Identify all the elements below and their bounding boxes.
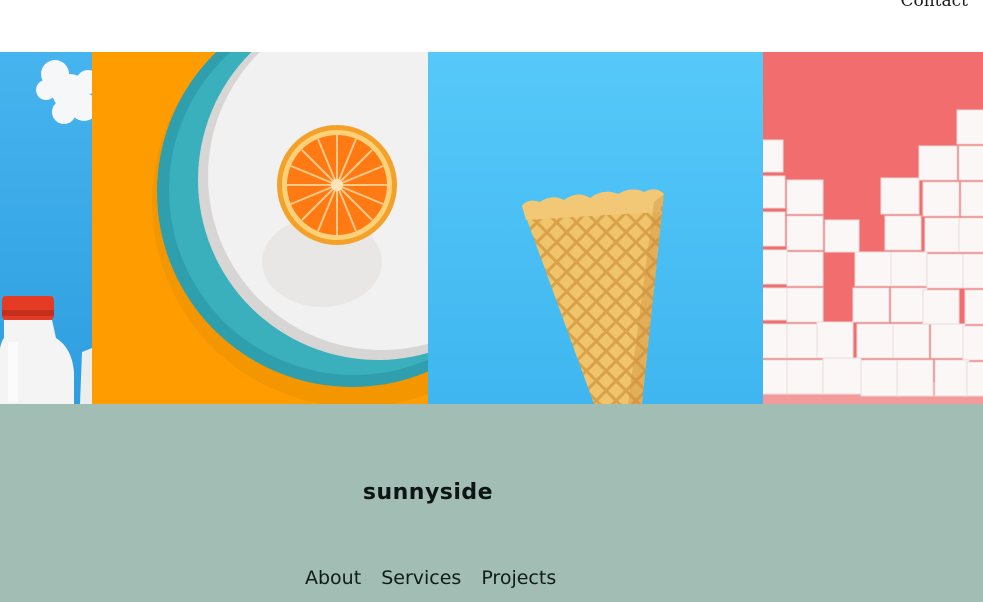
- top-bar: Contact: [0, 0, 983, 52]
- gallery-image-ice-cream-cone: [428, 52, 763, 404]
- photo-gallery: [0, 52, 983, 404]
- footer-logo[interactable]: sunnyside: [0, 480, 856, 505]
- footer-nav: About Services Projects: [305, 567, 556, 589]
- footer-link-projects[interactable]: Projects: [481, 567, 556, 589]
- gallery-image-orange-on-plate: [92, 52, 428, 404]
- footer-link-services[interactable]: Services: [381, 567, 461, 589]
- gallery-image-milk-bottles: [0, 52, 92, 404]
- footer-link-about[interactable]: About: [305, 567, 361, 589]
- gallery-image-sugar-cubes: [763, 52, 983, 404]
- footer: sunnyside About Services Projects: [0, 404, 983, 602]
- nav-link-contact[interactable]: Contact: [900, 0, 968, 11]
